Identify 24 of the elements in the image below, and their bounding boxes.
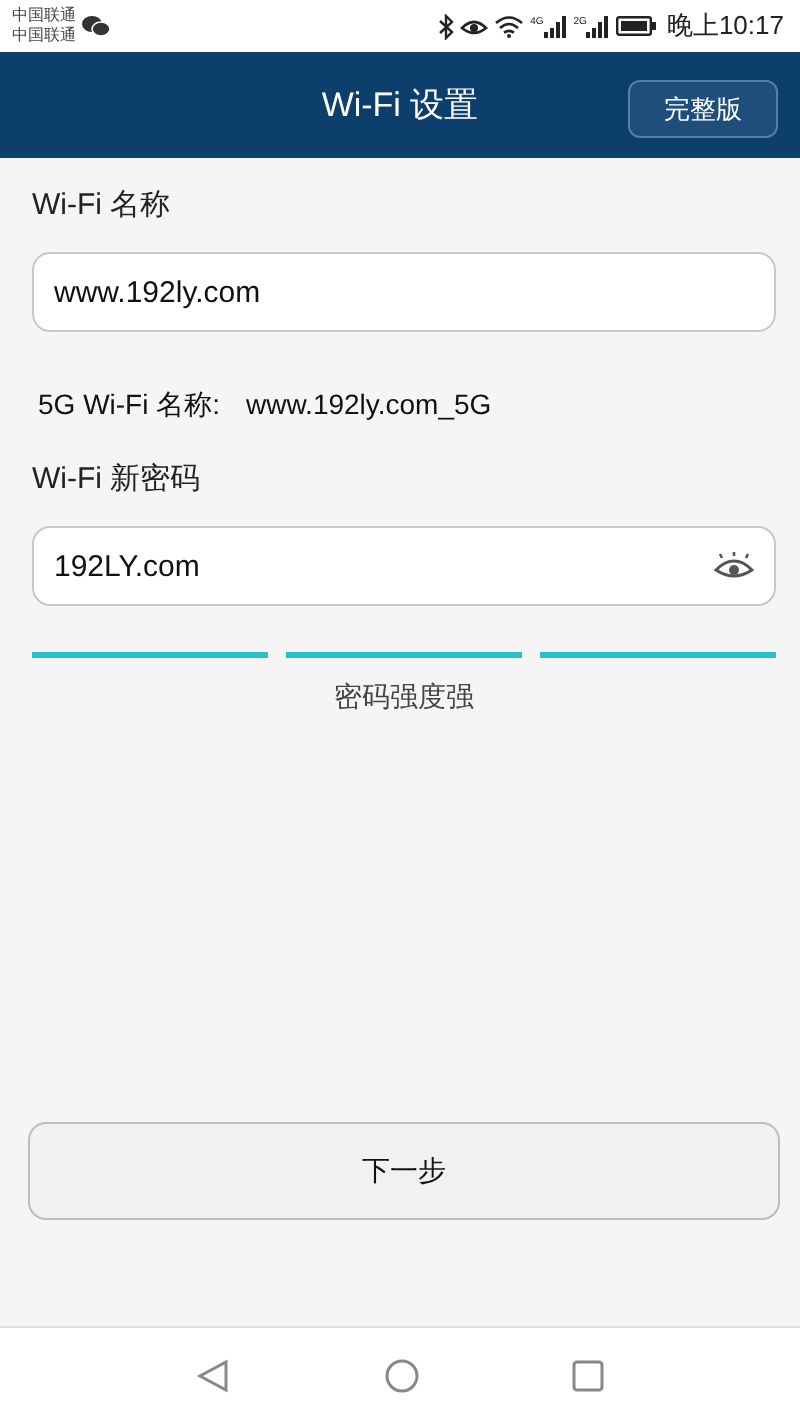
full-version-button[interactable]: 完整版 [628, 80, 778, 138]
bluetooth-icon [438, 13, 455, 39]
strength-text: 密码强度强 [334, 680, 474, 716]
field-label: Wi-Fi 新密码 [32, 460, 203, 498]
eye-icon [460, 15, 489, 37]
carrier-name: 中国联通 [12, 6, 76, 26]
recents-icon[interactable] [572, 1359, 604, 1391]
chat-bubbles-icon [82, 14, 110, 38]
wifi-icon [494, 14, 525, 38]
next-button[interactable]: 下一步 [28, 1122, 780, 1220]
wifi-name-field[interactable]: www.192ly.com [32, 252, 776, 332]
eye-icon[interactable] [714, 551, 754, 581]
carrier-name: 中国联通 [12, 26, 76, 46]
battery-icon [616, 16, 657, 36]
clock-time: 晚上10:17 [666, 8, 784, 44]
signal-icon [586, 15, 611, 37]
back-icon[interactable] [196, 1357, 232, 1393]
page-title: Wi-Fi 设置 [321, 84, 479, 128]
signal-icon [543, 15, 568, 37]
home-icon[interactable] [384, 1357, 420, 1393]
password-field[interactable]: 192LY.com [32, 526, 776, 606]
field-label: 5G Wi-Fi 名称: [38, 388, 220, 424]
field-label: Wi-Fi 名称 [32, 186, 173, 224]
ssid-value: www.192ly.com_5G [246, 388, 492, 424]
